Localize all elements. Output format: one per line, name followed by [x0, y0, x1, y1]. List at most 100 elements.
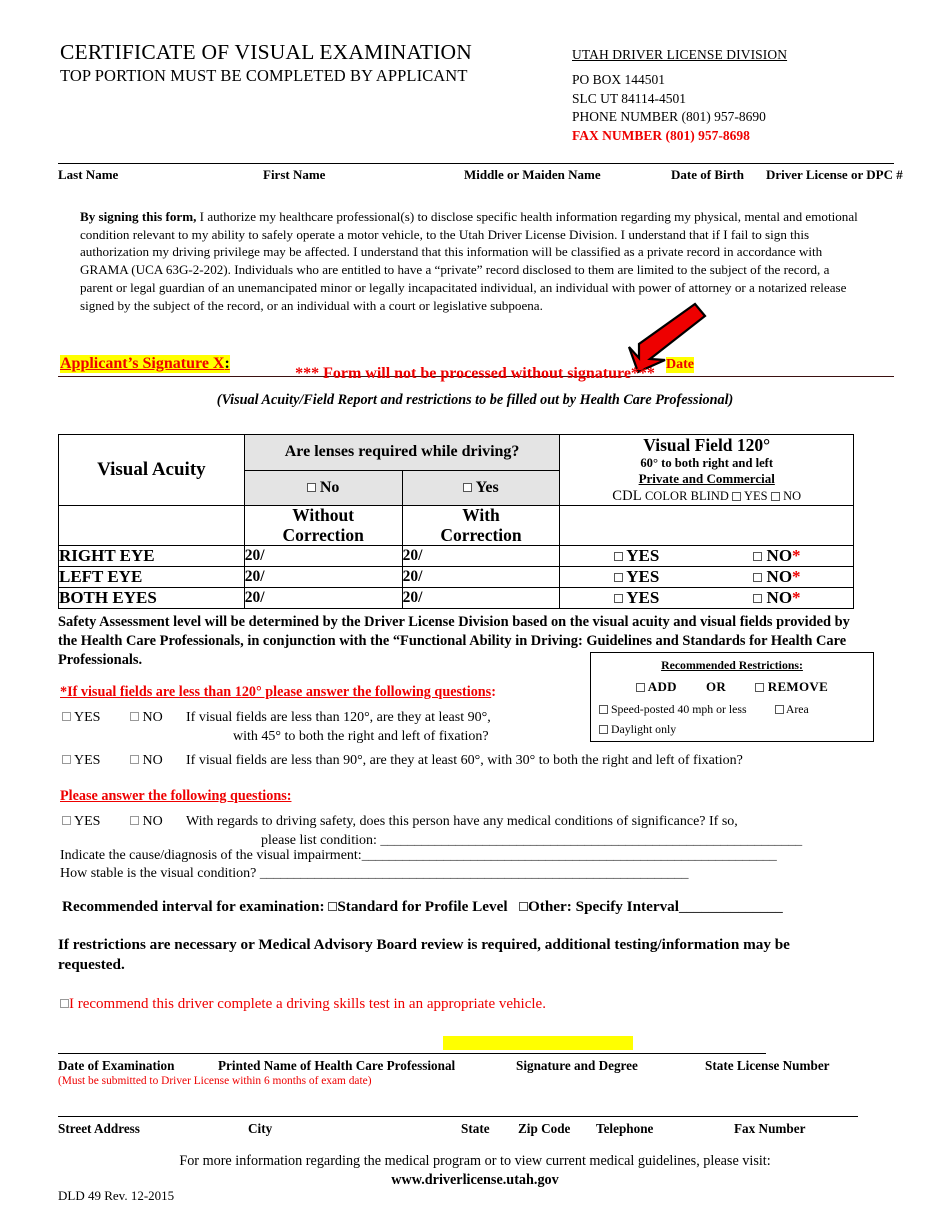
interval-standard-checkbox[interactable]	[328, 902, 338, 912]
agency-po-box: PO BOX 144501	[572, 72, 666, 88]
q3-yes-group: YES	[62, 812, 130, 831]
right-eye-no-label: NO	[766, 546, 793, 566]
stability-label: How stable is the visual condition?	[60, 866, 257, 881]
condition-fill-line[interactable]: ________________________________________…	[380, 833, 802, 848]
without-correction-header: Without Correction	[243, 504, 403, 547]
restrictions-speed-area-row: Speed-posted 40 mph or less Area	[599, 702, 873, 717]
agency-phone: PHONE NUMBER (801) 957-8690	[572, 109, 766, 125]
restriction-area-checkbox[interactable]	[774, 704, 784, 714]
recommended-interval-row: Recommended interval for examination: St…	[62, 898, 783, 916]
agency-address-block: UTAH DRIVER LICENSE DIVISION PO BOX 1445…	[572, 46, 892, 145]
right-eye-without-input[interactable]: 20/	[243, 545, 403, 568]
q2-no-group: NO	[130, 751, 186, 770]
lens-no-cell: No	[243, 469, 403, 506]
left-eye-no-checkbox[interactable]	[753, 572, 763, 582]
restriction-add-checkbox[interactable]	[635, 682, 645, 692]
label-telephone: Telephone	[596, 1121, 654, 1136]
label-date-of-birth: Date of Birth	[671, 167, 744, 182]
consent-paragraph: By signing this form, I authorize my hea…	[80, 208, 862, 314]
left-eye-with-input[interactable]: 20/	[401, 566, 561, 589]
both-eyes-with-input[interactable]: 20/	[401, 587, 561, 610]
q2-yes-group: YES	[62, 751, 130, 770]
restriction-speed-label: Speed-posted 40 mph or less	[610, 702, 747, 716]
cause-diagnosis-fill-line[interactable]: ________________________________________…	[362, 848, 777, 863]
right-eye-no-checkbox[interactable]	[753, 551, 763, 561]
recommended-restrictions-box: Recommended Restrictions: ADD OR REMOVE …	[590, 652, 874, 742]
q3-yes-label: YES	[73, 814, 101, 829]
consent-body: I authorize my healthcare professional(s…	[80, 209, 858, 313]
restriction-remove-checkbox[interactable]	[755, 682, 765, 692]
restriction-area-label: Area	[785, 702, 809, 716]
row-label-left-eye: LEFT EYE	[58, 566, 245, 589]
cdl-yes-checkbox[interactable]	[732, 491, 742, 501]
label-zip-code: Zip Code	[518, 1121, 571, 1136]
q3-yes-checkbox[interactable]	[62, 816, 71, 826]
more-info-text: For more information regarding the medic…	[179, 1153, 771, 1169]
q1-text: If visual fields are less than 120°, are…	[186, 710, 491, 745]
q2-yes-checkbox[interactable]	[62, 755, 71, 765]
visual-acuity-table: Visual Acuity Are lenses required while …	[58, 434, 854, 610]
right-eye-yes-label: YES	[626, 546, 660, 566]
lens-yes-cell: Yes	[401, 469, 561, 506]
interval-other-fill-line[interactable]: ______________	[679, 898, 783, 915]
q3-text: With regards to driving safety, does thi…	[186, 814, 802, 849]
both-eyes-asterisk: *	[792, 588, 801, 608]
right-eye-asterisk: *	[792, 546, 801, 566]
cdl-no-checkbox[interactable]	[770, 491, 780, 501]
lens-no-checkbox[interactable]	[306, 482, 316, 492]
left-eye-yes-checkbox[interactable]	[613, 572, 623, 582]
both-eyes-yes-label: YES	[626, 588, 660, 608]
skills-test-checkbox[interactable]	[60, 999, 69, 1009]
professional-signature-rule	[58, 1053, 766, 1054]
table-caption: (Visual Acuity/Field Report and restrict…	[216, 392, 734, 408]
interval-standard-label: Standard for Profile Level	[337, 898, 508, 915]
interval-other-checkbox[interactable]	[518, 902, 528, 912]
stability-fill-line[interactable]: ________________________________________…	[260, 866, 689, 881]
q1-no-checkbox[interactable]	[130, 712, 139, 722]
q1-no-group: NO	[130, 708, 186, 727]
lens-question-cell: Are lenses required while driving?	[243, 434, 561, 471]
skills-test-row: I recommend this driver complete a drivi…	[60, 996, 546, 1013]
both-eyes-yes-checkbox[interactable]	[613, 593, 623, 603]
q3-no-label: NO	[142, 814, 163, 829]
professional-signature-labels: Date of Examination Printed Name of Heal…	[58, 1058, 898, 1076]
signature-highlight-bar	[443, 1036, 633, 1050]
lens-yes-checkbox[interactable]	[463, 482, 473, 492]
q2-no-label: NO	[142, 753, 163, 768]
visual-field-header-cell: Visual Field 120° 60° to both right and …	[559, 434, 854, 506]
address-labels: Street Address City State Zip Code Telep…	[58, 1121, 898, 1139]
submission-note: (Must be submitted to Driver License wit…	[58, 1075, 372, 1087]
q1-yes-checkbox[interactable]	[62, 712, 71, 722]
visual-fields-question-2: YES NO If visual fields are less than 90°…	[62, 751, 852, 770]
restrictions-daylight-row: Daylight only	[599, 722, 873, 737]
both-eyes-field-answer: YES NO*	[559, 587, 854, 610]
visual-field-sub2: Private and Commercial	[638, 471, 775, 486]
both-eyes-no-checkbox[interactable]	[753, 593, 763, 603]
restriction-add-label: ADD	[647, 679, 677, 694]
q2-yes-label: YES	[73, 753, 101, 768]
cdl-no-label: NO	[783, 489, 802, 503]
website-link[interactable]: www.driverlicense.utah.gov	[0, 1172, 950, 1189]
restriction-or-label: OR	[705, 679, 727, 694]
right-eye-with-input[interactable]: 20/	[401, 545, 561, 568]
label-middle-name: Middle or Maiden Name	[464, 167, 601, 182]
visual-acuity-header: Visual Acuity	[58, 434, 245, 506]
q1-yes-label: YES	[73, 710, 101, 725]
q2-no-checkbox[interactable]	[130, 755, 139, 765]
left-eye-without-input[interactable]: 20/	[243, 566, 403, 589]
both-eyes-without-input[interactable]: 20/	[243, 587, 403, 610]
lens-yes-label: Yes	[475, 478, 499, 496]
restrictions-requirement-note: If restrictions are necessary or Medical…	[58, 936, 790, 974]
label-state: State	[461, 1121, 490, 1136]
right-eye-yes-checkbox[interactable]	[613, 551, 623, 561]
left-eye-yes-label: YES	[626, 567, 660, 587]
consent-lead: By signing this form,	[80, 209, 197, 224]
table-row: LEFT EYE 20/ 20/ YES NO*	[58, 566, 854, 589]
form-page: CERTIFICATE OF VISUAL EXAMINATION TOP PO…	[0, 0, 950, 1230]
cdl-color-blind-row: CDL COLOR BLIND YES NO	[560, 488, 853, 505]
row-label-right-eye: RIGHT EYE	[58, 545, 245, 568]
q3-no-checkbox[interactable]	[130, 816, 139, 826]
lens-no-label: No	[319, 478, 340, 496]
label-printed-name: Printed Name of Health Care Professional	[218, 1058, 456, 1073]
row-label-both-eyes: BOTH EYES	[58, 587, 245, 610]
